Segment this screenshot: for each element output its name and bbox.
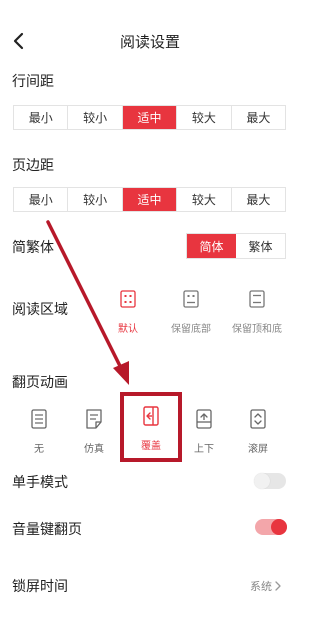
toggle-knob [271, 519, 287, 535]
reading-area-keep-top-bottom-option[interactable]: 保留顶和底 [222, 290, 292, 335]
line-spacing-option-selected[interactable]: 适中 [122, 106, 178, 129]
page-turn-none-option[interactable]: 无 [14, 409, 64, 455]
page-margin-selector: 最小 较小 适中 较大 最大 [13, 187, 286, 212]
page-title: 阅读设置 [119, 33, 180, 51]
reading-area-keep-bottom-icon [183, 290, 199, 308]
one-hand-mode-label: 单手模式 [12, 475, 68, 491]
toggle-knob [254, 473, 270, 489]
reading-area-default-icon [120, 290, 136, 308]
reading-area-keep-top-bottom-label: 保留顶和底 [232, 324, 282, 335]
line-spacing-selector: 最小 较小 适中 较大 最大 [13, 105, 286, 130]
script-label: 简繁体 [12, 240, 54, 256]
reading-area-label: 阅读区域 [12, 302, 68, 318]
traditional-option[interactable]: 繁体 [236, 234, 285, 258]
script-selector: 简体 繁体 [186, 233, 286, 259]
reading-area-default-label: 默认 [118, 324, 138, 335]
page-margin-option[interactable]: 最大 [232, 188, 285, 211]
page-turn-scroll-label: 滚屏 [248, 444, 268, 455]
header: 阅读设置 [0, 22, 300, 60]
page-turn-up-down-label: 上下 [194, 444, 214, 455]
reading-area-keep-bottom-option[interactable]: 保留底部 [156, 290, 226, 335]
page-margin-label: 页边距 [12, 158, 54, 174]
volume-key-turn-toggle[interactable] [255, 519, 287, 535]
lock-screen-time-value: 系统 [250, 580, 272, 593]
page-margin-option-selected[interactable]: 适中 [122, 188, 178, 211]
page-turn-up-down-option[interactable]: 上下 [179, 409, 229, 455]
reading-area-keep-top-bottom-icon [249, 290, 265, 308]
line-spacing-option[interactable]: 最小 [14, 106, 69, 129]
simulation-icon [86, 409, 102, 429]
lock-screen-time-label: 锁屏时间 [12, 579, 68, 595]
line-spacing-option[interactable]: 较小 [68, 106, 123, 129]
page-turn-none-label: 无 [34, 444, 44, 455]
reading-area-keep-bottom-label: 保留底部 [171, 324, 211, 335]
page-turn-scroll-option[interactable]: 滚屏 [233, 409, 283, 455]
one-hand-mode-toggle[interactable] [254, 473, 286, 489]
line-spacing-option[interactable]: 较大 [177, 106, 232, 129]
lock-screen-time-row[interactable]: 系统 [250, 578, 282, 594]
no-animation-icon [31, 409, 47, 429]
line-spacing-option[interactable]: 最大 [232, 106, 285, 129]
annotation-highlight-box [120, 392, 182, 462]
page-margin-option[interactable]: 最小 [14, 188, 69, 211]
page-turn-simulation-label: 仿真 [84, 444, 104, 455]
page-turn-label: 翻页动画 [12, 375, 68, 391]
page-margin-option[interactable]: 较大 [177, 188, 232, 211]
reading-area-default-option[interactable]: 默认 [93, 290, 163, 335]
volume-key-turn-label: 音量键翻页 [12, 522, 82, 538]
simplified-option[interactable]: 简体 [187, 234, 236, 258]
page-margin-option[interactable]: 较小 [68, 188, 123, 211]
up-down-icon [196, 409, 212, 429]
chevron-right-icon [275, 581, 281, 591]
scroll-icon [250, 409, 266, 429]
line-spacing-label: 行间距 [12, 74, 54, 90]
page-turn-simulation-option[interactable]: 仿真 [69, 409, 119, 455]
